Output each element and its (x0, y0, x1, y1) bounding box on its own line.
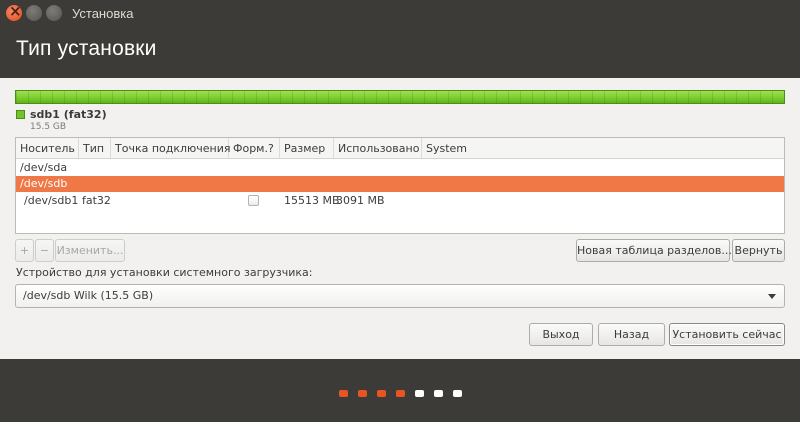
bootloader-device-select[interactable]: /dev/sdb Wilk (15.5 GB) (15, 284, 785, 308)
maximize-window-button[interactable] (46, 5, 62, 21)
new-partition-table-button[interactable]: Новая таблица разделов... (576, 239, 732, 262)
main-content: sdb1 (fat32) 15.5 GB Носитель Тип Точка … (0, 78, 800, 359)
remove-partition-button[interactable]: − (35, 239, 54, 262)
table-row-selected[interactable]: /dev/sdb (16, 176, 784, 192)
step-dot (358, 390, 367, 397)
partition-legend-name: sdb1 (fat32) (30, 108, 107, 121)
minimize-window-button[interactable] (26, 5, 42, 21)
partition-legend-size: 15.5 GB (30, 122, 67, 132)
column-size[interactable]: Размер (280, 138, 334, 159)
table-row[interactable]: /dev/sdb1 fat32 15513 MB 3091 MB (16, 192, 784, 210)
partition-table-header: Носитель Тип Точка подключения Форм.? Ра… (16, 138, 784, 159)
add-partition-button[interactable]: + (15, 239, 34, 262)
step-dot (453, 390, 462, 397)
quit-button[interactable]: Выход (529, 323, 593, 346)
footer (0, 359, 800, 422)
dropdown-arrow-icon (768, 294, 776, 299)
table-row[interactable]: /dev/sda (16, 160, 784, 176)
row-device: /dev/sdb (20, 177, 68, 190)
step-dot (339, 390, 348, 397)
column-system[interactable]: System (422, 138, 784, 159)
bootloader-label: Устройство для установки системного загр… (16, 266, 313, 279)
page-title: Тип установки (16, 37, 157, 60)
row-type: fat32 (82, 194, 111, 207)
back-button[interactable]: Назад (598, 323, 665, 346)
window-title: Установка (72, 5, 134, 21)
column-device[interactable]: Носитель (16, 138, 79, 159)
step-dot (415, 390, 424, 397)
column-type[interactable]: Тип (79, 138, 111, 159)
column-used[interactable]: Использовано (334, 138, 422, 159)
window-titlebar: Установка (0, 0, 800, 26)
partition-table: Носитель Тип Точка подключения Форм.? Ра… (15, 137, 785, 234)
row-device: /dev/sdb1 (24, 194, 79, 207)
row-size: 15513 MB (284, 194, 340, 207)
install-now-button[interactable]: Установить сейчас (669, 323, 785, 346)
step-dot (377, 390, 386, 397)
bootloader-selected-value: /dev/sdb Wilk (15.5 GB) (23, 289, 154, 302)
partition-usage-bar (15, 90, 785, 104)
format-checkbox[interactable] (248, 195, 259, 206)
revert-button[interactable]: Вернуть (732, 239, 785, 262)
close-window-button[interactable] (6, 2, 22, 21)
change-partition-button[interactable]: Изменить... (55, 239, 125, 262)
column-format[interactable]: Форм.? (229, 138, 280, 159)
step-dot (434, 390, 443, 397)
row-used: 3091 MB (336, 194, 385, 207)
column-mount-point[interactable]: Точка подключения (111, 138, 231, 159)
row-device: /dev/sda (20, 161, 68, 174)
partition-color-swatch (16, 110, 25, 119)
step-dot (396, 390, 405, 397)
page-header: Тип установки (0, 26, 800, 78)
